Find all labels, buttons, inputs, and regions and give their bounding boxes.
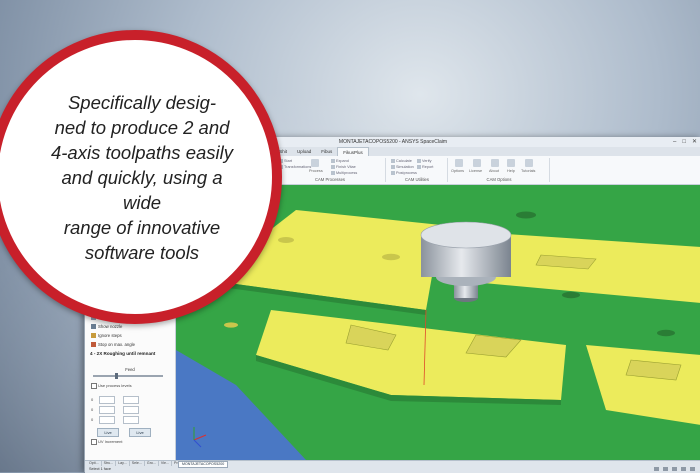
field-5-input[interactable]: [99, 416, 115, 424]
field-1-label: 0: [91, 397, 94, 402]
callout-line-4: and quickly, using a wide: [61, 166, 223, 213]
field-4-input[interactable]: [123, 406, 139, 414]
hole: [516, 211, 536, 219]
panel-tab-groups[interactable]: Gro...: [145, 461, 159, 466]
close-icon[interactable]: ✕: [692, 138, 697, 146]
feed-slider[interactable]: [93, 373, 163, 379]
help-label: Help: [507, 169, 515, 173]
field-2-input[interactable]: [123, 396, 139, 404]
callout-line-6: software tools: [84, 241, 200, 263]
callout-line-2: ned to produce 2 and: [54, 116, 230, 138]
hole: [657, 329, 675, 337]
ribbon-group-cam-processes: Start Transformations Process Expand Fin…: [275, 158, 386, 182]
field-2-label: 0: [91, 407, 94, 412]
tutorials-icon[interactable]: [525, 159, 533, 167]
calculate-button[interactable]: Calculate: [391, 159, 412, 163]
feed-slider-handle[interactable]: [115, 373, 118, 379]
panel-tab-layers[interactable]: Lay...: [116, 461, 130, 466]
simulation-icon: [391, 165, 395, 169]
stop-on-max-angle-option[interactable]: Stop on max. angle: [91, 342, 135, 347]
show-nozzle-option[interactable]: Show nozzle: [91, 324, 122, 329]
process-icon[interactable]: [311, 159, 319, 167]
feed-label: Feed: [125, 367, 135, 372]
minimize-icon[interactable]: –: [673, 138, 676, 146]
hole: [562, 291, 580, 299]
section-title: 4 - 2X Roughing until remnant: [90, 351, 156, 356]
license-label: License: [469, 169, 483, 173]
settings-icon[interactable]: [690, 467, 695, 471]
field-1-input[interactable]: [99, 396, 115, 404]
view-icon[interactable]: [654, 467, 659, 471]
tab-upload[interactable]: Upload: [292, 147, 316, 156]
help-icon[interactable]: [507, 159, 515, 167]
selection-status: Select 1 face: [89, 467, 111, 471]
report-button[interactable]: Report: [417, 165, 433, 169]
field-3-input[interactable]: [99, 406, 115, 414]
callout-line-3: 4-axis toolpaths easily: [50, 141, 233, 163]
use-process-levels-label: Use process levels: [98, 383, 132, 388]
license-icon[interactable]: [473, 159, 481, 167]
use-process-levels-checkbox[interactable]: [91, 383, 97, 389]
hole: [224, 322, 238, 328]
multiprocess-icon: [331, 171, 335, 175]
options-icon[interactable]: [455, 159, 463, 167]
window-controls: – □ ✕: [673, 138, 697, 146]
simulation-button[interactable]: Simulation: [391, 165, 414, 169]
zoom-icon[interactable]: [681, 467, 686, 471]
tutorials-label: Tutorials: [521, 169, 536, 173]
tool-top: [420, 221, 512, 249]
hole: [278, 237, 294, 243]
postprocess-icon: [391, 171, 395, 175]
uv-increment-checkbox[interactable]: [91, 439, 97, 445]
report-icon: [417, 165, 421, 169]
uv-increment-label: UV Increment: [98, 439, 123, 444]
about-icon[interactable]: [491, 159, 499, 167]
document-tab[interactable]: MONTAJETACOPOS5200: [178, 461, 229, 468]
status-bar: Opti... Stru... Lay... Sele... Gro... Vi…: [85, 460, 700, 473]
expand-button[interactable]: Expand: [331, 159, 349, 163]
tab-fibus[interactable]: Fibus: [316, 147, 337, 156]
maximize-icon[interactable]: □: [682, 138, 686, 146]
process-label: Process: [309, 169, 323, 173]
angle-icon: [91, 342, 96, 347]
callout-line-1: Specifically desig-: [67, 91, 217, 113]
hole: [382, 253, 400, 261]
ignore-steps-option[interactable]: Ignore steps: [91, 333, 122, 338]
field-3-label: 0: [91, 417, 94, 422]
cam-options-label: CAM Options: [486, 177, 512, 182]
callout-circle: Specifically desig- ned to produce 2 and…: [0, 30, 282, 324]
filter-icon[interactable]: [672, 467, 677, 471]
select-icon[interactable]: [663, 467, 668, 471]
callout-line-5: range of innovative: [63, 216, 221, 238]
ribbon-group-cam-options: Options License About Help Tutorials CAM…: [449, 158, 550, 182]
panel-tab-structure[interactable]: Stru...: [102, 461, 117, 466]
window-title: MONTAJETACOPOS5200 - ANSYS SpaceClaim: [338, 139, 448, 145]
panel-tab-views[interactable]: Vie...: [159, 461, 173, 466]
steps-icon: [91, 333, 96, 338]
multiprocess-button[interactable]: Multiprocess: [331, 171, 357, 175]
callout-text: Specifically desig- ned to produce 2 and…: [42, 90, 242, 265]
expand-icon: [331, 159, 335, 163]
options-label: Options: [451, 169, 465, 173]
transformations-button[interactable]: Transformations: [279, 165, 311, 169]
finish-icon: [331, 165, 335, 169]
status-icons: [654, 467, 695, 471]
live-button-1[interactable]: Live: [97, 428, 119, 437]
ribbon-group-cam-utilities: Calculate Verify Simulation Report Postp…: [387, 158, 448, 182]
verify-button[interactable]: Verify: [417, 159, 432, 163]
cam-utilities-label: CAM Utilities: [405, 177, 429, 182]
finish-vitae-button[interactable]: Finish Vitae: [331, 165, 356, 169]
calculate-icon: [391, 159, 395, 163]
panel-tab-selection[interactable]: Sele...: [130, 461, 145, 466]
field-6-input[interactable]: [123, 416, 139, 424]
postprocess-button[interactable]: Postprocess: [391, 171, 417, 175]
verify-icon: [417, 159, 421, 163]
nozzle-icon: [91, 324, 96, 329]
panel-tab-options[interactable]: Opti...: [87, 461, 102, 466]
live-button-2[interactable]: Live: [129, 428, 151, 437]
tab-fikusplus[interactable]: FikusPlus: [337, 147, 369, 156]
about-label: About: [489, 169, 499, 173]
cam-processes-label: CAM Processes: [314, 177, 346, 182]
